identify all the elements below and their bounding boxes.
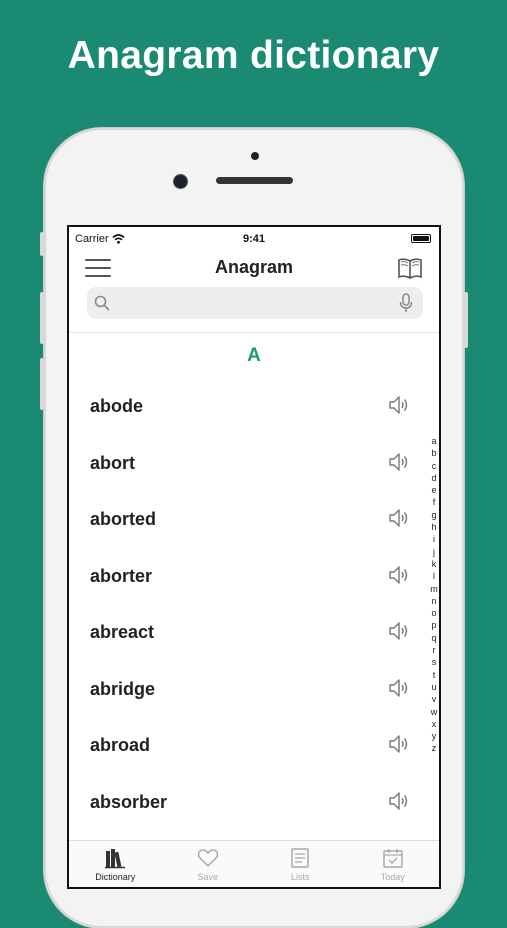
index-letter[interactable]: m <box>429 583 439 595</box>
nav-bar: Anagram <box>69 251 439 287</box>
microphone-icon[interactable] <box>399 293 413 313</box>
speaker-icon[interactable] <box>387 789 411 813</box>
index-letter[interactable]: l <box>429 570 439 582</box>
heart-icon <box>197 849 218 868</box>
index-letter[interactable]: w <box>429 706 439 718</box>
index-letter[interactable]: p <box>429 619 439 631</box>
list-item[interactable]: abode <box>69 377 439 434</box>
index-letter[interactable]: z <box>429 742 439 754</box>
book-icon[interactable] <box>397 255 423 281</box>
list-item[interactable]: abort <box>69 434 439 491</box>
word-list: abode abort aborted aborter abreact abridge ab… <box>69 377 439 829</box>
list-item[interactable]: absorber <box>69 773 439 830</box>
status-time: 9:41 <box>242 233 266 245</box>
speaker-icon[interactable] <box>387 676 411 700</box>
word-label: absorber <box>90 791 168 812</box>
index-letter[interactable]: x <box>429 718 439 730</box>
speaker-icon[interactable] <box>387 393 411 417</box>
list-item[interactable]: aborter <box>69 547 439 604</box>
word-label: abort <box>90 452 135 473</box>
search-bar[interactable] <box>87 287 423 319</box>
word-label: aborter <box>90 565 153 586</box>
tab-today[interactable]: Today <box>347 841 440 887</box>
index-letter[interactable]: s <box>429 656 439 668</box>
tab-label: Lists <box>290 872 310 882</box>
index-letter[interactable]: e <box>429 484 439 496</box>
index-letter[interactable]: j <box>429 546 439 558</box>
speaker-icon[interactable] <box>387 506 411 530</box>
mute-switch <box>40 232 44 256</box>
search-icon <box>94 295 110 311</box>
speaker-icon[interactable] <box>387 732 411 756</box>
tab-label: Today <box>380 872 405 882</box>
banner-title: Anagram dictionary <box>67 34 440 77</box>
volume-down-button <box>40 358 44 410</box>
speaker-icon[interactable] <box>387 619 411 643</box>
index-letter[interactable]: g <box>429 509 439 521</box>
power-button <box>464 292 468 348</box>
word-label: abridge <box>90 678 156 699</box>
status-bar: Carrier 9:41 <box>69 227 439 249</box>
index-letter[interactable]: r <box>429 644 439 656</box>
books-icon <box>105 849 126 869</box>
word-label: abreact <box>90 622 155 642</box>
index-letter[interactable]: t <box>429 669 439 681</box>
index-letter[interactable]: q <box>429 632 439 644</box>
index-letter[interactable]: b <box>429 447 439 459</box>
word-label: abode <box>90 396 144 416</box>
index-letter[interactable]: f <box>429 496 439 508</box>
index-letter[interactable]: u <box>429 681 439 693</box>
tab-label: Dictionary <box>95 872 136 882</box>
list-item[interactable]: abridge <box>69 660 439 717</box>
volume-up-button <box>40 292 44 344</box>
list-item[interactable]: abreact <box>69 603 439 660</box>
word-label: aborted <box>90 509 157 529</box>
tab-label: Save <box>197 872 218 882</box>
tab-save[interactable]: Save <box>162 841 255 887</box>
list-item[interactable]: abroad <box>69 716 439 773</box>
app-screen: Carrier 9:41 Anagram A abode abort abort… <box>67 225 441 889</box>
index-letter[interactable]: y <box>429 730 439 742</box>
page-title: Anagram <box>214 257 294 277</box>
index-letter[interactable]: o <box>429 607 439 619</box>
section-header-letter: A <box>247 345 261 366</box>
proximity-sensor <box>251 152 259 160</box>
earpiece-speaker <box>216 177 293 184</box>
search-input[interactable] <box>117 292 391 316</box>
alphabet-index[interactable]: abcdefghijklmnopqrstuvwxyz <box>429 435 439 755</box>
tab-bar: Dictionary Save Lists Today <box>69 840 439 887</box>
index-letter[interactable]: d <box>429 472 439 484</box>
index-letter[interactable]: k <box>429 558 439 570</box>
speaker-icon[interactable] <box>387 450 411 474</box>
front-camera <box>174 175 187 188</box>
tab-lists[interactable]: Lists <box>254 841 347 887</box>
divider <box>69 332 439 333</box>
index-letter[interactable]: n <box>429 595 439 607</box>
index-letter[interactable]: h <box>429 521 439 533</box>
tab-dictionary[interactable]: Dictionary <box>69 841 162 887</box>
battery-icon <box>411 234 431 243</box>
calendar-icon <box>383 849 403 868</box>
list-item[interactable]: aborted <box>69 490 439 547</box>
list-icon <box>291 848 309 868</box>
speaker-icon[interactable] <box>387 563 411 587</box>
index-letter[interactable]: a <box>429 435 439 447</box>
word-label: abroad <box>90 735 151 755</box>
index-letter[interactable]: c <box>429 460 439 472</box>
index-letter[interactable]: i <box>429 533 439 545</box>
index-letter[interactable]: v <box>429 693 439 705</box>
